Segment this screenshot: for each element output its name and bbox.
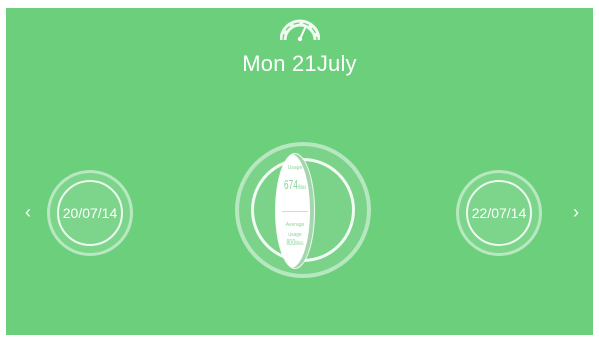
previous-day-dial[interactable]: 20/07/14 xyxy=(47,170,133,256)
average-label: Average xyxy=(285,222,305,228)
previous-arrow-button[interactable]: ‹ xyxy=(25,203,31,221)
page-title: Mon 21July xyxy=(242,51,357,76)
speedometer-icon xyxy=(280,19,320,42)
today-usage-card: Usage 674litres Average usage 800litres xyxy=(276,154,314,268)
today-dial[interactable]: Usage 674litres Average usage 800litres xyxy=(235,142,371,278)
average-unit: litres xyxy=(295,241,304,247)
usage-unit: litres xyxy=(297,185,307,191)
next-arrow-button[interactable]: › xyxy=(573,203,579,221)
usage-label: Usage xyxy=(287,165,303,171)
card-divider xyxy=(282,211,308,212)
usage-value: 674litres xyxy=(283,177,307,192)
previous-day-date: 20/07/14 xyxy=(62,205,118,221)
next-day-inner-ring: 22/07/14 xyxy=(466,180,532,246)
average-value: 800litres xyxy=(286,238,304,247)
previous-day-inner-ring: 20/07/14 xyxy=(57,180,123,246)
next-day-dial[interactable]: 22/07/14 xyxy=(456,170,542,256)
next-day-date: 22/07/14 xyxy=(471,205,527,221)
